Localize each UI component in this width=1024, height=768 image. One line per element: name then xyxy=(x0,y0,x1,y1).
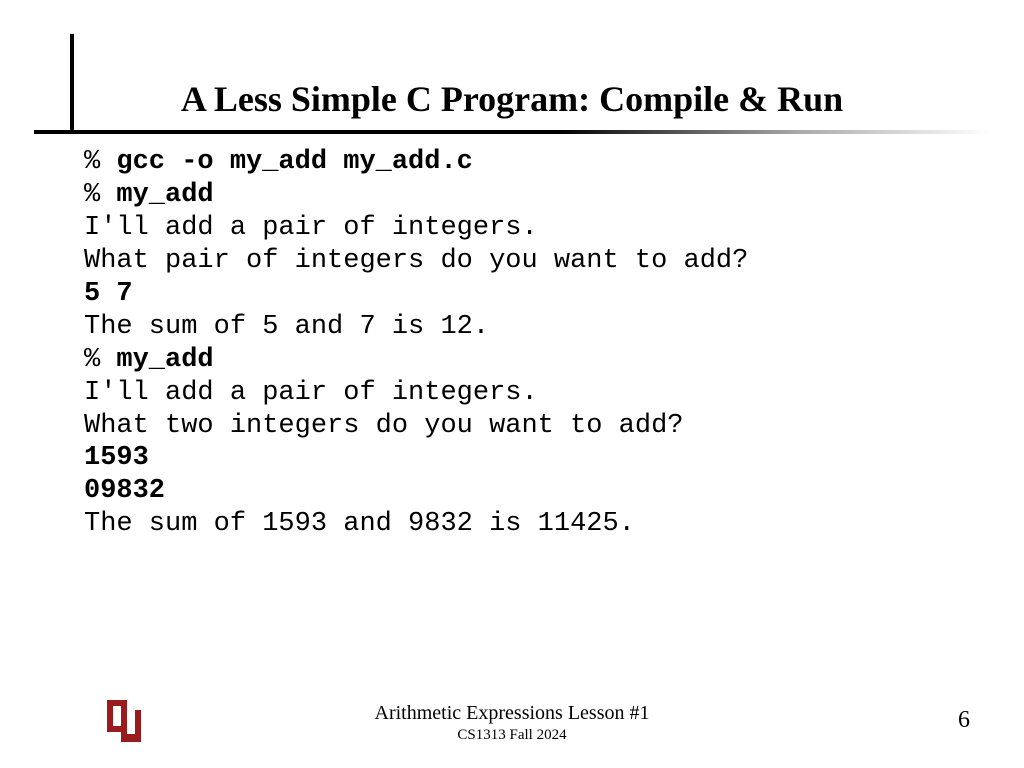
user-input-2a: 1593 xyxy=(84,443,149,473)
horizontal-rule xyxy=(34,130,990,134)
footer: Arithmetic Expressions Lesson #1 CS1313 … xyxy=(0,694,1024,744)
prompt-2: % xyxy=(84,180,116,210)
code-block: % gcc -o my_add my_add.c % my_add I'll a… xyxy=(84,146,748,541)
output-line: I'll add a pair of integers. xyxy=(84,213,538,243)
cmd-run-2: my_add xyxy=(116,345,213,375)
output-line: The sum of 5 and 7 is 12. xyxy=(84,312,489,342)
output-line: What two integers do you want to add? xyxy=(84,411,684,441)
page-number: 6 xyxy=(958,707,970,734)
footer-course: CS1313 Fall 2024 xyxy=(0,727,1024,744)
slide: A Less Simple C Program: Compile & Run %… xyxy=(0,0,1024,768)
slide-title: A Less Simple C Program: Compile & Run xyxy=(0,78,1024,120)
footer-lesson: Arithmetic Expressions Lesson #1 xyxy=(0,702,1024,725)
cmd-compile: gcc -o my_add my_add.c xyxy=(116,147,472,177)
user-input-2b: 09832 xyxy=(84,476,165,506)
prompt-1: % xyxy=(84,147,116,177)
footer-center: Arithmetic Expressions Lesson #1 CS1313 … xyxy=(0,702,1024,744)
prompt-3: % xyxy=(84,345,116,375)
output-line: I'll add a pair of integers. xyxy=(84,378,538,408)
output-line: The sum of 1593 and 9832 is 11425. xyxy=(84,509,635,539)
user-input-1: 5 7 xyxy=(84,279,133,309)
cmd-run-1: my_add xyxy=(116,180,213,210)
output-line: What pair of integers do you want to add… xyxy=(84,246,748,276)
